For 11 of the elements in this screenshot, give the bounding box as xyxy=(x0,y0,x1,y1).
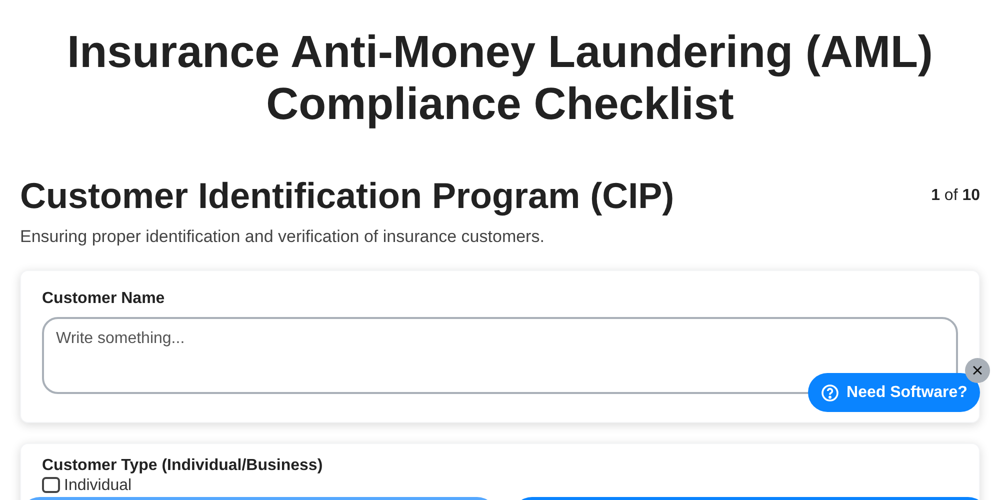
section-description: Ensuring proper identification and verification of insurance customers. xyxy=(19,226,546,248)
checkbox[interactable] xyxy=(42,477,60,493)
page-counter: 1 of 10 xyxy=(931,186,980,206)
question-label: Customer Name xyxy=(42,288,166,308)
help-icon xyxy=(820,384,839,402)
close-button[interactable]: × xyxy=(965,358,990,383)
question-label: Customer Type (Individual/Business) xyxy=(42,456,324,476)
option-label: Individual xyxy=(64,476,132,494)
need-software-button[interactable]: Need Software? xyxy=(808,373,980,412)
section-title: Customer Identification Program (CIP) xyxy=(20,174,674,218)
page-title: Insurance Anti-Money Laundering (AML) Compliance Checklist xyxy=(66,25,934,130)
